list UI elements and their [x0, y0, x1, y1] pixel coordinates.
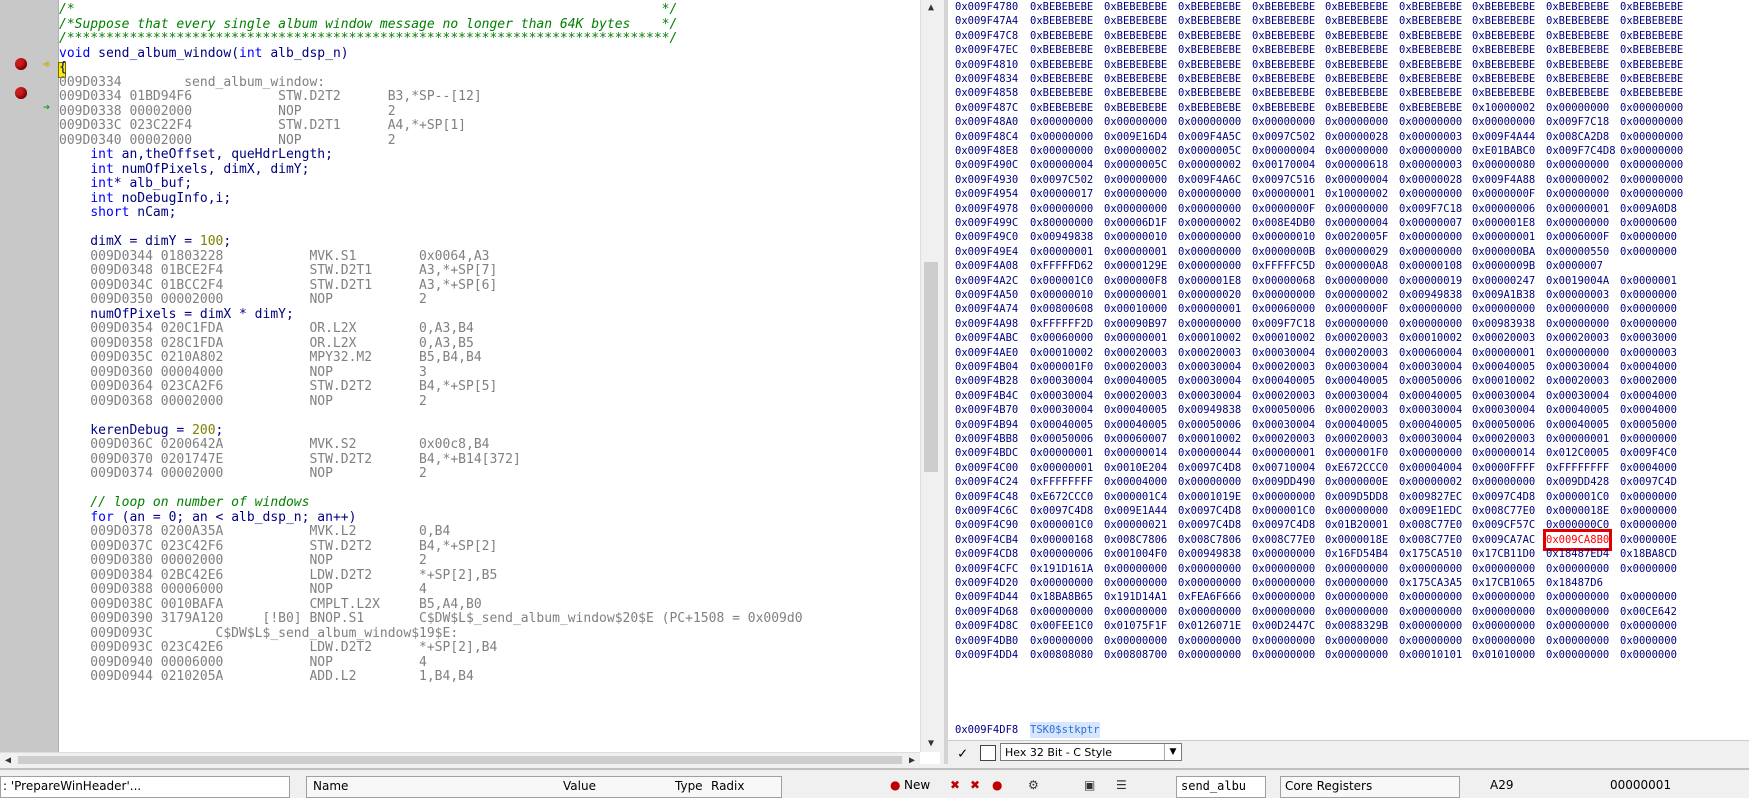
scroll-thumb[interactable] [18, 756, 902, 764]
breakpoint-toggle-icon[interactable]: ● [992, 778, 1002, 792]
memory-value[interactable]: 0x00000000 [1252, 647, 1315, 663]
chevron-down-icon[interactable]: ▼ [1164, 744, 1181, 760]
memory-value[interactable]: 0x00000000 [1546, 647, 1609, 663]
memory-value[interactable]: 0x00808700 [1104, 647, 1167, 663]
pc-arrow-icon: ➔ [43, 100, 51, 114]
breakpoint-icon[interactable] [15, 58, 27, 70]
code-view[interactable]: /* *//*Suppose that every single album w… [58, 0, 920, 752]
current-line-arrow-icon: ➔ [43, 57, 51, 71]
disassembly-line[interactable]: 009D0368 00002000 NOP 2 [59, 394, 427, 410]
new-icon[interactable]: ● [890, 778, 900, 792]
editor-vertical-scrollbar[interactable]: ▲ ▼ [920, 0, 940, 752]
scroll-thumb[interactable] [924, 262, 938, 472]
search-value: send_albu [1181, 779, 1247, 793]
memory-toolbar: ✓ Hex 32 Bit - C Style ▼ [948, 740, 1749, 764]
memory-format-select[interactable]: Hex 32 Bit - C Style ▼ [1000, 743, 1182, 761]
disassembly-line[interactable]: 009D0374 00002000 NOP 2 [59, 466, 427, 482]
column-name[interactable]: Name [313, 779, 348, 793]
memory-value[interactable]: 0x0000000 [1620, 561, 1677, 577]
memory-grid[interactable]: 0x009F4780 0xBEBEBEBE 0xBEBEBEBE 0xBEBEBEBE… [948, 0, 1749, 738]
memory-value[interactable]: 0x00808080 [1030, 647, 1093, 663]
register-name: A29 [1490, 778, 1514, 792]
source-line[interactable]: void send_album_window(int alb_dsp_n) [59, 46, 349, 62]
registers-label[interactable]: Core Registers [1285, 779, 1372, 793]
register-value[interactable]: 00000001 [1610, 778, 1671, 792]
scroll-left-icon[interactable]: ◀ [0, 753, 16, 764]
column-value[interactable]: Value [563, 779, 596, 793]
memory-value[interactable]: 0x01010000 [1472, 647, 1535, 663]
breakpoint-icon[interactable] [15, 87, 27, 99]
source-editor[interactable]: ➔ ➔ /* *//*Suppose that every single alb… [0, 0, 940, 764]
register-row: A29 00000001 [1480, 776, 1749, 798]
memory-value[interactable]: 0x0000000 [1620, 244, 1677, 260]
scroll-down-icon[interactable]: ▼ [921, 736, 940, 752]
remove-all-icon[interactable]: ✖ [970, 778, 980, 792]
call-stack-view[interactable]: : 'PrepareWinHeader'... [0, 776, 290, 798]
memory-value[interactable]: 0x0000000 [1620, 647, 1677, 663]
expressions-header: Name Value Type Radix [306, 776, 782, 798]
editor-gutter[interactable]: ➔ ➔ [0, 0, 59, 752]
source-line[interactable]: short nCam; [59, 205, 176, 221]
column-radix[interactable]: Radix [711, 779, 744, 793]
disassembly-line[interactable]: 009D0944 0210205A ADD.L2 1,B4,B4 [59, 669, 474, 685]
editor-horizontal-scrollbar[interactable]: ◀ ▶ [0, 752, 920, 764]
scroll-up-icon[interactable]: ▲ [921, 0, 940, 16]
memory-address: 0x009F4DD4 [955, 649, 1019, 661]
options-icon[interactable]: ☰ [1116, 778, 1127, 792]
memory-value[interactable]: 0x00000000 [1178, 647, 1241, 663]
registers-view[interactable]: Core Registers [1280, 776, 1460, 798]
memory-format-value: Hex 32 Bit - C Style [1005, 746, 1113, 759]
column-type[interactable]: Type [675, 779, 703, 793]
delete-icon[interactable]: ✖ [950, 778, 960, 792]
call-stack-item[interactable]: : 'PrepareWinHeader'... [3, 779, 141, 793]
memory-value[interactable]: 0x00010101 [1399, 647, 1462, 663]
link-icon[interactable]: ⚙ [1028, 778, 1039, 792]
memory-symbol: TSK0$stkptr [1030, 722, 1100, 738]
window-icon[interactable]: ▣ [1084, 778, 1095, 792]
checkmark-icon[interactable]: ✓ [958, 744, 967, 762]
search-field[interactable]: send_albu [1176, 776, 1266, 798]
new-button[interactable]: New [904, 778, 930, 792]
toolbar: ● New ✖ ✖ ● ⚙ ▣ ☰ [888, 776, 1158, 798]
bottom-panel: : 'PrepareWinHeader'... Name Value Type … [0, 768, 1749, 798]
grid-icon[interactable] [980, 745, 996, 761]
memory-view[interactable]: 0x009F4780 0xBEBEBEBE 0xBEBEBEBE 0xBEBEBEBE… [944, 0, 1749, 764]
scroll-right-icon[interactable]: ▶ [904, 753, 920, 764]
memory-value[interactable]: 0x00000000 [1325, 647, 1388, 663]
memory-address: 0x009F4DF8 [955, 724, 1019, 736]
